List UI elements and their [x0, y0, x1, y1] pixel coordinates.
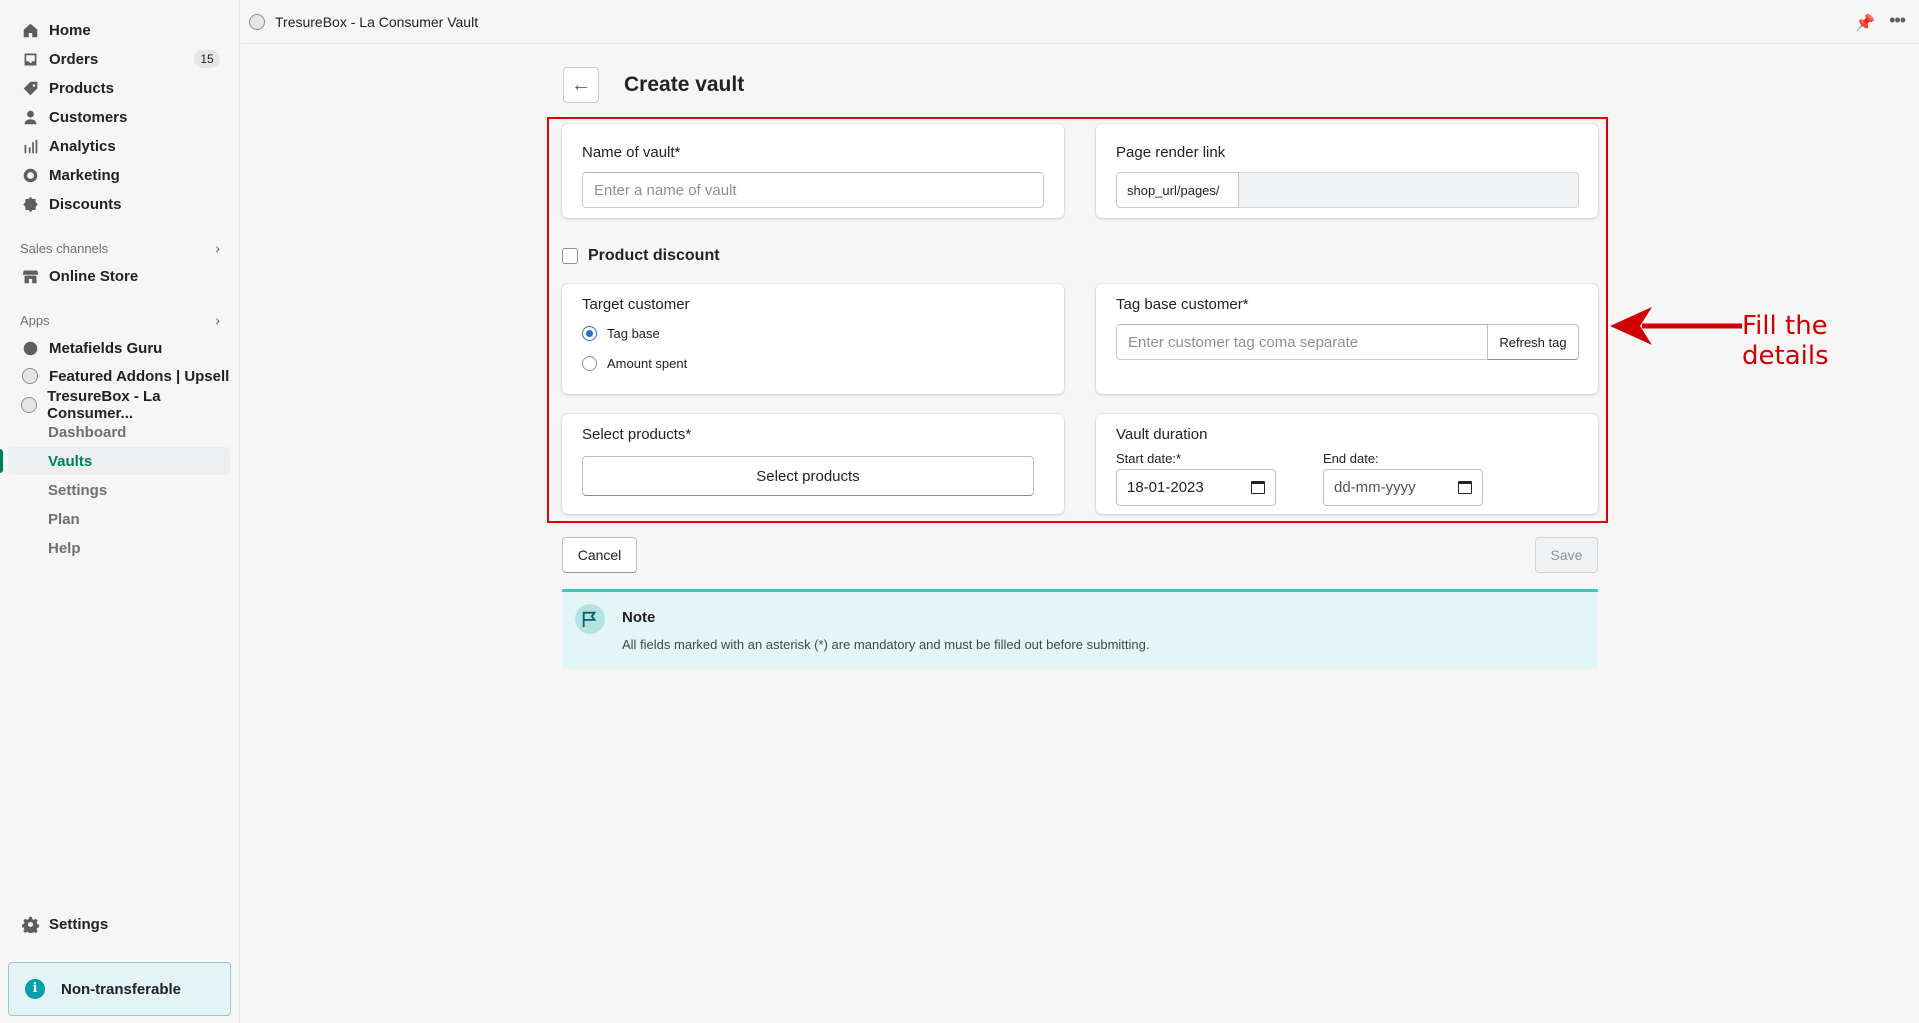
target-icon: [21, 166, 39, 184]
nav-products[interactable]: Products: [8, 74, 230, 102]
nav-label: Discounts: [49, 195, 122, 213]
chevron-right-icon[interactable]: ›: [215, 240, 220, 256]
nav-orders[interactable]: Orders 15: [8, 45, 230, 73]
sub-vaults[interactable]: Vaults: [0, 447, 230, 475]
sales-channels-heading: Sales channels ›: [20, 240, 220, 256]
nav-online-store[interactable]: Online Store: [8, 262, 230, 290]
non-transferable-banner[interactable]: i Non-transferable: [8, 962, 231, 1016]
gear-icon: [21, 915, 39, 933]
person-icon: [21, 108, 39, 126]
arrow-left-icon: ←: [571, 73, 591, 96]
store-icon: [21, 267, 39, 285]
app-title: TresureBox - La Consumer Vault: [275, 13, 479, 30]
home-icon: [21, 21, 39, 39]
metafields-guru-logo-icon: [21, 339, 39, 357]
page-title: Create vault: [624, 73, 745, 96]
featured-addons-logo-icon: [21, 367, 39, 385]
tag-icon: [21, 79, 39, 97]
flag-icon: [575, 604, 605, 634]
nav-settings[interactable]: Settings: [8, 910, 230, 938]
nav-app-metafields-guru[interactable]: Metafields Guru: [8, 334, 230, 362]
nav-label: TresureBox - La Consumer...: [47, 388, 161, 422]
sub-settings[interactable]: Settings: [8, 476, 230, 504]
nav-label: Home: [49, 21, 91, 39]
arrow-annotation-icon: [1610, 307, 1742, 345]
note-banner: Note All fields marked with an asterisk …: [562, 589, 1598, 669]
cancel-button[interactable]: Cancel: [562, 537, 637, 573]
topbar: TresureBox - La Consumer Vault 📌 •••: [241, 0, 1919, 44]
nav-label: Metafields Guru: [49, 339, 163, 357]
sub-dashboard[interactable]: Dashboard: [8, 418, 230, 446]
nav-customers[interactable]: Customers: [8, 103, 230, 131]
nav-label: Products: [49, 79, 115, 97]
back-button[interactable]: ←: [563, 67, 599, 103]
nav-label: Marketing: [49, 166, 120, 184]
nav-discounts[interactable]: Discounts: [8, 190, 230, 218]
note-text: All fields marked with an asterisk (*) a…: [622, 637, 1150, 652]
non-transferable-label: Non-transferable: [61, 980, 182, 998]
nav-label: Customers: [49, 108, 128, 126]
nav-label: Featured Addons | Upsell: [49, 367, 230, 385]
info-icon: i: [25, 979, 45, 999]
annotation-label: Fill the details: [1742, 311, 1829, 371]
nav-app-tresurebox[interactable]: TresureBox - La Consumer...: [8, 388, 230, 422]
chevron-right-icon[interactable]: ›: [215, 312, 220, 328]
apps-heading: Apps ›: [20, 312, 220, 328]
pin-icon[interactable]: 📌: [1855, 13, 1875, 33]
nav-home[interactable]: Home: [8, 16, 230, 44]
bar-chart-icon: [21, 137, 39, 155]
nav-app-featured-addons[interactable]: Featured Addons | Upsell: [8, 362, 230, 390]
orders-icon: [21, 50, 39, 68]
orders-count-badge: 15: [194, 50, 220, 68]
highlight-box: [547, 117, 1608, 523]
note-title: Note: [622, 609, 656, 626]
nav-label: Analytics: [49, 137, 116, 155]
sub-plan[interactable]: Plan: [8, 505, 230, 533]
nav-label: Settings: [49, 915, 109, 933]
tresurebox-logo-icon: [21, 396, 38, 414]
sidebar: Home Orders 15 Products Customers Analyt…: [0, 0, 240, 1023]
tresurebox-logo-icon: [249, 13, 265, 30]
sub-help[interactable]: Help: [8, 534, 230, 562]
nav-label: Online Store: [49, 267, 139, 285]
more-actions-icon[interactable]: •••: [1889, 10, 1906, 31]
nav-analytics[interactable]: Analytics: [8, 132, 230, 160]
discount-icon: [21, 195, 39, 213]
save-button[interactable]: Save: [1535, 537, 1598, 573]
nav-label: Orders: [49, 50, 99, 68]
nav-marketing[interactable]: Marketing: [8, 161, 230, 189]
